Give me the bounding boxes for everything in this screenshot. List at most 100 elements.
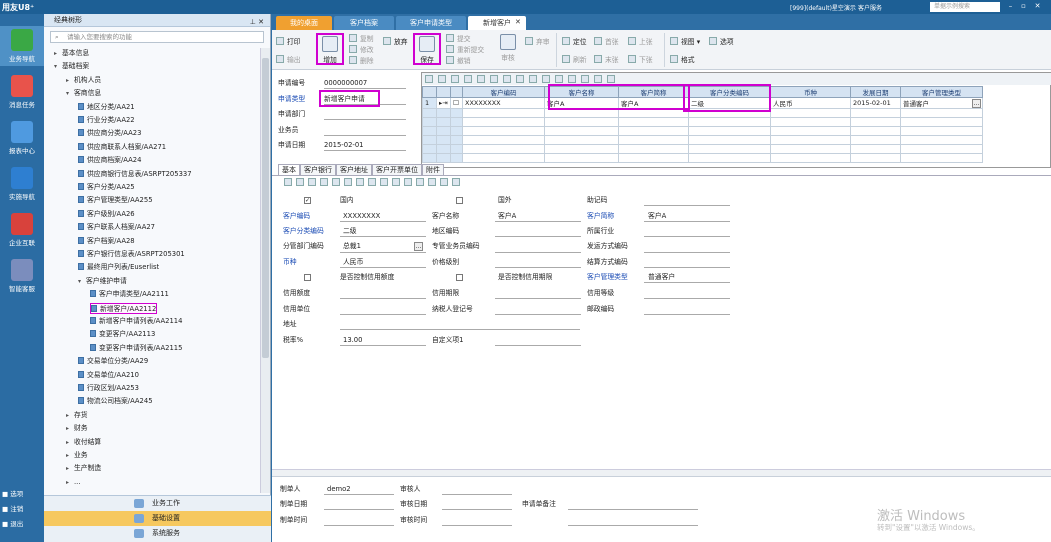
branch-dept-field[interactable] xyxy=(340,252,426,253)
footer-system-service[interactable]: 系统服务 xyxy=(44,526,271,541)
leftnav-item-0[interactable]: 业务导航 xyxy=(0,26,44,66)
customer-class-field[interactable] xyxy=(340,236,426,237)
grid-check-icon[interactable] xyxy=(516,75,524,83)
header-field-input[interactable] xyxy=(324,109,406,120)
credit-unit-field[interactable] xyxy=(340,314,426,315)
mnemonic-field[interactable] xyxy=(644,205,730,206)
abandon-button[interactable]: 放弃 xyxy=(383,36,408,48)
detail-sort-icon[interactable] xyxy=(344,178,352,186)
tree-node[interactable]: 供应商联系人档案/AA271 xyxy=(78,142,166,153)
leftnav-bottom-0[interactable]: ■ 选项 xyxy=(2,488,23,498)
print-button[interactable]: 打印 xyxy=(276,36,301,48)
footer-business-work[interactable]: 业务工作 xyxy=(44,496,271,511)
grid-copy-icon[interactable] xyxy=(464,75,472,83)
customer-name-field[interactable] xyxy=(495,221,581,222)
grid-edit-icon[interactable] xyxy=(581,75,589,83)
tree-node[interactable]: 客户申请类型/AA2111 xyxy=(90,289,169,300)
leftnav-item-4[interactable]: 企业互联 xyxy=(0,210,44,250)
tree-node[interactable]: ▸ 财务 xyxy=(66,423,88,434)
audit-button[interactable]: 审核 xyxy=(496,33,520,65)
tree-node[interactable]: 交易单位分类/AA29 xyxy=(78,356,148,367)
tree-node[interactable]: 客户管理类型/AA255 xyxy=(78,195,153,206)
expand-icon[interactable]: ▸ xyxy=(66,75,74,86)
expand-icon[interactable]: ▾ xyxy=(78,276,86,287)
header-field-input[interactable]: 0000000007 xyxy=(324,78,406,89)
leftnav-item-1[interactable]: 消息任务 xyxy=(0,72,44,112)
foreign-checkbox[interactable] xyxy=(456,197,463,204)
grid-filter-icon[interactable] xyxy=(503,75,511,83)
subtab-bank[interactable]: 客户银行 xyxy=(300,164,336,175)
customer-service-menu[interactable]: 客户服务 xyxy=(858,3,882,12)
save-button[interactable]: 保存 xyxy=(413,33,441,65)
tree-node[interactable]: 客户分类/AA25 xyxy=(78,182,135,193)
grid-export-icon[interactable] xyxy=(568,75,576,83)
abandon-audit-button[interactable]: 弃审 xyxy=(525,36,550,48)
expand-icon[interactable]: ▸ xyxy=(66,410,74,421)
grid-batch-icon[interactable] xyxy=(542,75,550,83)
mgmt-type-field[interactable] xyxy=(644,282,730,283)
col-dev-date[interactable]: 发展日期 xyxy=(850,86,901,98)
leftnav-item-3[interactable]: 实施导航 xyxy=(0,164,44,204)
credit-ctrl-checkbox[interactable] xyxy=(304,274,311,281)
detail-check-icon[interactable] xyxy=(368,178,376,186)
expand-icon[interactable]: ▸ xyxy=(54,48,62,59)
tree-node[interactable]: 变更客户/AA2113 xyxy=(90,329,155,340)
customer-short-field[interactable] xyxy=(644,221,730,222)
row-checkbox[interactable]: ☐ xyxy=(450,97,463,109)
grid-print-icon[interactable] xyxy=(425,75,433,83)
tree-node[interactable]: ▸ 机构人员 xyxy=(66,75,101,86)
detail-layout-icon[interactable] xyxy=(440,178,448,186)
tree-node[interactable]: ▸... xyxy=(66,477,80,488)
grid-delete-icon[interactable] xyxy=(477,75,485,83)
branch-dept-value[interactable]: 总裁1 xyxy=(343,241,361,252)
format-button[interactable]: 格式 xyxy=(670,54,695,66)
grid-format-icon[interactable] xyxy=(607,75,615,83)
detail-format-icon[interactable] xyxy=(452,178,460,186)
leftnav-bottom-1[interactable]: ■ 注销 xyxy=(2,503,23,513)
leftnav-bottom-2[interactable]: ■ 退出 xyxy=(2,518,23,528)
grid-insert-icon[interactable] xyxy=(451,75,459,83)
export-button[interactable]: 输出 xyxy=(276,54,301,66)
subtab-address[interactable]: 客户地址 xyxy=(336,164,372,175)
col-currency[interactable]: 币种 xyxy=(770,86,851,98)
last-button[interactable]: 末张 xyxy=(594,54,619,66)
credit-term-field[interactable] xyxy=(495,298,581,299)
delete-button[interactable]: 删除 xyxy=(349,55,374,67)
credit-level-field[interactable] xyxy=(644,298,730,299)
expand-icon[interactable]: ▸ xyxy=(66,423,74,434)
tree-node[interactable]: 供应商分类/AA23 xyxy=(78,128,141,139)
subtab-invoice-unit[interactable]: 客户开票单位 xyxy=(372,164,422,175)
minimize-icon[interactable]: – xyxy=(1006,2,1015,11)
close-icon[interactable]: ✕ xyxy=(1033,2,1042,11)
tree-node[interactable]: 客户级别/AA26 xyxy=(78,209,135,220)
expand-icon[interactable]: ▾ xyxy=(54,61,62,72)
subtab-attachment[interactable]: 附件 xyxy=(422,164,444,175)
detail-filter-icon[interactable] xyxy=(356,178,364,186)
leftnav-item-2[interactable]: 报表中心 xyxy=(0,118,44,158)
recall-button[interactable]: 撤销 xyxy=(446,55,471,67)
tree-node[interactable]: ▸ 生产制造 xyxy=(66,463,101,474)
address-field[interactable] xyxy=(340,329,580,330)
tree-node[interactable]: 客户联系人档案/AA27 xyxy=(78,222,155,233)
tree-node[interactable]: ▾ 基础档案 xyxy=(54,61,89,72)
grid-layout-icon[interactable] xyxy=(594,75,602,83)
grid-uncheck-icon[interactable] xyxy=(529,75,537,83)
grid-import-icon[interactable] xyxy=(555,75,563,83)
tree-node[interactable]: ▸ 存货 xyxy=(66,410,88,421)
tree-node[interactable]: ▸ 收付结算 xyxy=(66,437,101,448)
next-button[interactable]: 下张 xyxy=(628,54,653,66)
detail-edit-icon[interactable] xyxy=(428,178,436,186)
detail-delete-icon[interactable] xyxy=(332,178,340,186)
detail-batch-icon[interactable] xyxy=(392,178,400,186)
detail-copy-icon[interactable] xyxy=(320,178,328,186)
subtab-basic[interactable]: 基本 xyxy=(278,164,300,175)
leftnav-item-5[interactable]: 智能客服 xyxy=(0,256,44,296)
tree-node[interactable]: ▾ 客户维护申请 xyxy=(78,276,127,287)
tree-node[interactable]: 客户银行信息表/ASRPT205301 xyxy=(78,249,185,260)
col-mgmt-type[interactable]: 客户管理类型 xyxy=(900,86,983,98)
region-code-field[interactable] xyxy=(495,236,581,237)
first-button[interactable]: 首张 xyxy=(594,36,619,48)
settle-mode-field[interactable] xyxy=(644,267,730,268)
price-level-field[interactable] xyxy=(495,267,581,268)
tree-node[interactable]: 供应商银行信息表/ASRPT205337 xyxy=(78,169,192,180)
